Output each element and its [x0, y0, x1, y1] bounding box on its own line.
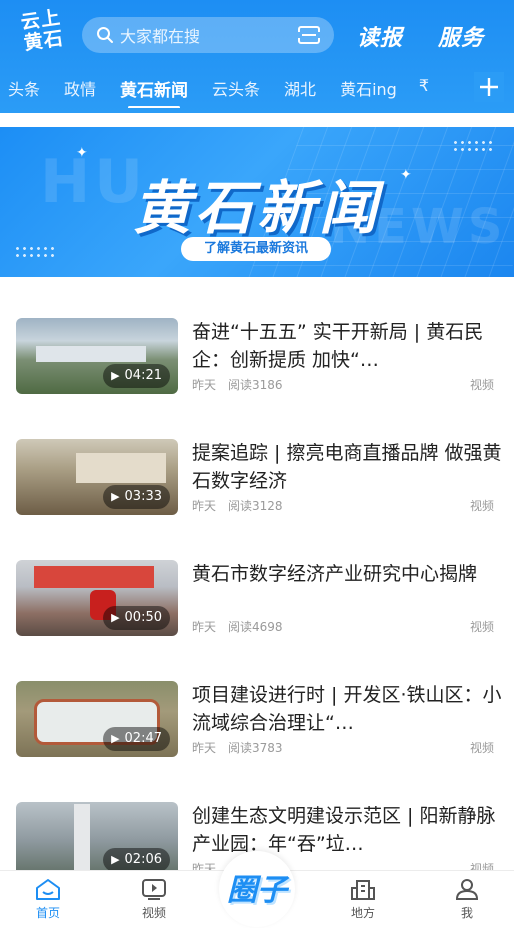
search-bar[interactable]: 大家都在搜 — [82, 17, 334, 53]
tab-politics[interactable]: 政情 — [64, 70, 96, 100]
home-icon — [36, 879, 60, 900]
news-item[interactable]: ▶ 02:47 项目建设进行时 | 开发区·铁山区：小流域综合治理让“… 昨天 阅… — [0, 681, 514, 781]
news-time: 昨天 — [192, 741, 217, 755]
search-placeholder: 大家都在搜 — [120, 27, 201, 46]
sparkle-icon: ✦ — [76, 145, 88, 161]
news-type: 视频 — [469, 620, 494, 634]
nav-home[interactable]: 首页 — [18, 877, 78, 921]
service-link[interactable]: 服务 — [438, 20, 484, 52]
news-title[interactable]: 奋进“十五五” 实干开新局 | 黄石民企：创新提质 加快“… — [192, 318, 502, 374]
video-duration-badge: ▶ 02:06 — [103, 848, 170, 872]
circle-logo-text: 圈子 — [227, 873, 287, 908]
video-thumbnail[interactable]: ▶ 00:50 — [16, 560, 178, 636]
banner-subtitle-pill: 了解黄石最新资讯 — [181, 237, 331, 261]
channel-tabs: 头条 政情 黄石新闻 云头条 湖北 黄石ing ₹ — [0, 70, 514, 108]
logo-text: 云上黄石 — [19, 6, 66, 55]
video-thumbnail[interactable]: ▶ 02:06 — [16, 802, 178, 878]
channel-banner[interactable]: HU NEWS ✦ ✦ 黄石新闻 了解黄石最新资讯 — [0, 127, 514, 277]
nav-home-label: 首页 — [35, 906, 60, 920]
news-title[interactable]: 黄石市数字经济产业研究中心揭牌 — [192, 560, 502, 616]
news-item[interactable]: ▶ 03:33 提案追踪 | 擦亮电商直播品牌 做强黄石数字经济 昨天 阅读312… — [0, 439, 514, 539]
play-icon: ▶ — [111, 611, 120, 624]
news-time: 昨天 — [192, 378, 217, 392]
news-meta: 昨天 阅读3128 视频 — [192, 497, 494, 514]
banner-dots-decoration — [452, 139, 492, 153]
news-title[interactable]: 创建生态文明建设示范区 | 阳新静脉产业园：年“吞”垃… — [192, 802, 502, 858]
search-icon — [97, 27, 113, 43]
nav-local[interactable]: 地方 — [333, 877, 393, 921]
video-duration-badge: ▶ 04:21 — [103, 364, 170, 388]
add-channel-button[interactable] — [474, 72, 504, 102]
banner-title: 黄石新闻 — [132, 174, 381, 242]
tab-headline[interactable]: 头条 — [8, 70, 40, 100]
video-icon — [142, 879, 166, 900]
news-meta: 昨天 阅读3186 视频 — [192, 376, 494, 393]
plus-icon — [480, 78, 498, 96]
nav-video[interactable]: 视频 — [124, 877, 184, 921]
play-icon: ▶ — [111, 853, 120, 866]
thumbnail-building — [36, 346, 146, 362]
news-read-count: 阅读3128 — [228, 499, 283, 513]
banner-dots-decoration — [14, 245, 54, 259]
tab-huangshi-news[interactable]: 黄石新闻 — [120, 70, 188, 108]
building-icon — [351, 880, 375, 900]
video-thumbnail[interactable]: ▶ 03:33 — [16, 439, 178, 515]
nav-circle-button[interactable]: 圈子 — [219, 851, 295, 927]
thumbnail-shelf — [76, 453, 166, 483]
nav-local-label: 地方 — [350, 906, 375, 920]
nav-video-label: 视频 — [141, 906, 166, 920]
video-duration-badge: ▶ 00:50 — [103, 606, 170, 630]
play-icon: ▶ — [111, 369, 120, 382]
read-newspaper-link[interactable]: 读报 — [357, 20, 403, 52]
scan-icon[interactable] — [298, 25, 320, 45]
tab-hubei[interactable]: 湖北 — [284, 70, 316, 100]
nav-me-label: 我 — [460, 906, 473, 920]
tab-cloud-headline[interactable]: 云头条 — [212, 70, 260, 100]
news-read-count: 阅读3186 — [228, 378, 283, 392]
news-meta: 昨天 阅读3783 视频 — [192, 739, 494, 756]
news-type: 视频 — [469, 741, 494, 755]
news-type: 视频 — [469, 378, 494, 392]
duration-text: 03:33 — [124, 489, 162, 504]
news-read-count: 阅读3783 — [228, 741, 283, 755]
video-duration-badge: ▶ 03:33 — [103, 485, 170, 509]
play-icon: ▶ — [111, 490, 120, 503]
nav-me[interactable]: 我 — [437, 877, 497, 921]
video-duration-badge: ▶ 02:47 — [103, 727, 170, 751]
news-read-count: 阅读4698 — [228, 620, 283, 634]
news-time: 昨天 — [192, 499, 217, 513]
play-icon: ▶ — [111, 732, 120, 745]
tab-more-partial[interactable]: ₹ — [419, 70, 429, 95]
user-icon — [455, 879, 479, 900]
top-header: 云上黄石 大家都在搜 读报 服务 头条 政情 黄石新闻 云头条 湖北 黄石ing… — [0, 0, 514, 113]
news-meta: 昨天 阅读4698 视频 — [192, 618, 494, 635]
news-item[interactable]: ▶ 00:50 黄石市数字经济产业研究中心揭牌 昨天 阅读4698 视频 — [0, 560, 514, 660]
thumbnail-red-banner — [34, 566, 154, 588]
news-type: 视频 — [469, 499, 494, 513]
news-item[interactable]: ▶ 04:21 奋进“十五五” 实干开新局 | 黄石民企：创新提质 加快“… 昨天… — [0, 318, 514, 418]
video-thumbnail[interactable]: ▶ 02:47 — [16, 681, 178, 757]
duration-text: 02:47 — [124, 731, 162, 746]
news-title[interactable]: 项目建设进行时 | 开发区·铁山区：小流域综合治理让“… — [192, 681, 502, 737]
tab-huangshi-ing[interactable]: 黄石ing — [340, 70, 397, 100]
app-logo[interactable]: 云上黄石 — [15, 6, 71, 63]
news-title[interactable]: 提案追踪 | 擦亮电商直播品牌 做强黄石数字经济 — [192, 439, 502, 495]
thumbnail-chimney — [74, 804, 90, 874]
duration-text: 02:06 — [124, 852, 162, 867]
duration-text: 04:21 — [124, 368, 162, 383]
news-time: 昨天 — [192, 620, 217, 634]
video-thumbnail[interactable]: ▶ 04:21 — [16, 318, 178, 394]
duration-text: 00:50 — [124, 610, 162, 625]
